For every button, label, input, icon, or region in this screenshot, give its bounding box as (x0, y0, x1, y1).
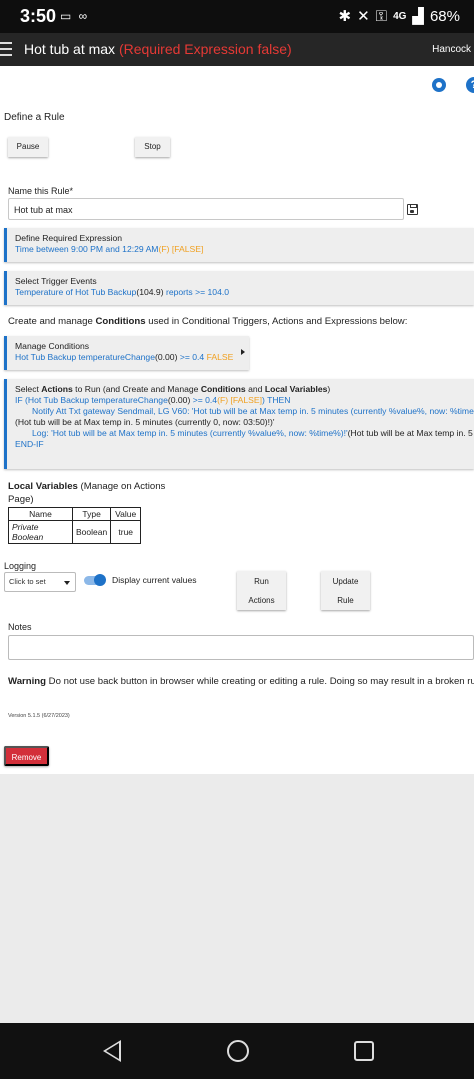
notes-textarea[interactable] (8, 635, 474, 660)
local-variables-subtitle-2: Page) (8, 494, 34, 505)
local-variables-subtitle: (Manage on Actions (77, 481, 166, 492)
logging-select[interactable]: Click to set (4, 572, 76, 592)
actions-title-locals: Local Variables (264, 384, 328, 394)
run-actions-line2: Actions (248, 596, 275, 605)
required-expression-title: Define Required Expression (15, 233, 123, 243)
logging-label: Logging (4, 561, 37, 571)
page-title: Hot tub at max (Required Expression fals… (24, 41, 292, 57)
manage-conditions-rest: >= 0.4 (177, 352, 207, 362)
run-actions-button[interactable]: Run Actions (237, 571, 286, 610)
run-actions-line1: Run (254, 577, 269, 586)
warning-message: Warning Do not use back button in browse… (8, 676, 474, 687)
navigation-bar (0, 1023, 474, 1079)
if-flag-f: (F) (217, 395, 229, 405)
local-variables-table: Name Type Value Private Boolean Boolean … (8, 507, 142, 544)
help-icon[interactable]: ? (466, 77, 474, 93)
actions-title-actions: Actions (41, 384, 73, 394)
update-rule-button[interactable]: Update Rule (321, 571, 370, 610)
actions-title-prefix: Select (15, 384, 42, 394)
status-bar: 3:50 ▭ ∞ ✱ ✕ ⚿ 4G ▟ 68% (0, 0, 474, 33)
hamburger-menu-icon[interactable] (0, 42, 12, 56)
battery-percent: 68% (429, 7, 460, 25)
rule-title: Hot tub at max (24, 41, 116, 57)
gear-icon[interactable] (432, 78, 446, 92)
save-icon[interactable] (407, 204, 418, 215)
pause-button[interactable]: Pause (8, 137, 48, 157)
define-rule-heading: Define a Rule (4, 112, 65, 123)
notes-label: Notes (8, 622, 32, 632)
trigger-device: Temperature of Hot Tub Backup (15, 287, 137, 297)
table-row: Private Boolean Boolean true (8, 520, 142, 544)
if-flag-false: [FALSE] (228, 395, 262, 405)
trigger-events-section[interactable]: Select Trigger Events Temperature of Hot… (4, 271, 474, 305)
recent-apps-icon[interactable] (354, 1041, 374, 1061)
mute-icon: ✕ (357, 8, 370, 25)
version-text: Version 5.1.5 (6/27/2023) (8, 713, 70, 719)
status-time: 3:50 (20, 6, 57, 26)
trigger-condition: reports >= 104.0 (163, 287, 230, 297)
actions-title-mid: to Run (and Create and Manage (72, 384, 201, 394)
update-rule-line1: Update (332, 577, 359, 586)
conditions-intro-suffix: used in Conditional Triggers, Actions an… (145, 316, 408, 327)
variable-type: Boolean (71, 520, 112, 544)
actions-title-and: and (245, 384, 265, 394)
required-expression-flag-f: (F) (158, 244, 170, 254)
required-expression-value: Time between 9:00 PM and 12:29 AM (15, 244, 159, 254)
end-if: END-IF (15, 439, 44, 449)
conditions-intro: Create and manage Conditions used in Con… (8, 316, 407, 327)
manage-conditions-condition: Hot Tub Backup temperatureChange (15, 352, 155, 362)
manage-conditions-section[interactable]: Manage Conditions Hot Tub Backup tempera… (4, 336, 249, 370)
required-expression-section[interactable]: Define Required Expression Time between … (4, 228, 474, 262)
conditions-intro-prefix: Create and manage (8, 316, 96, 327)
notify-result: (Hot tub will be at Max temp in. 5 minut… (15, 417, 275, 427)
back-icon[interactable] (103, 1040, 121, 1062)
network-label: 4G (393, 10, 407, 22)
column-header: Type (71, 507, 112, 521)
display-current-values-label: Display current values (112, 575, 197, 585)
column-header: Name (8, 507, 73, 521)
notify-action: Notify Att Txt gateway Sendmail, LG V60:… (32, 406, 474, 416)
local-variables-title: Local Variables (8, 481, 78, 492)
hub-name[interactable]: Hancock (432, 44, 471, 55)
if-rest: >= 0.4 (190, 395, 218, 405)
update-rule-line2: Rule (337, 596, 354, 605)
manage-conditions-flag: FALSE (206, 352, 234, 362)
key-icon: ⚿ (375, 7, 388, 25)
rule-name-label: Name this Rule* (8, 186, 74, 196)
chevron-right-icon (241, 349, 245, 355)
local-variables-heading: Local Variables (Manage on Actions Page) (8, 480, 165, 506)
voicemail-icon: ▭ ∞ (60, 9, 90, 23)
signal-icon: ▟ (412, 8, 424, 25)
actions-section[interactable]: Select Actions to Run (and Create and Ma… (4, 379, 474, 469)
rule-editor: ? Define a Rule Pause Stop Name this Rul… (0, 66, 474, 774)
trigger-events-title: Select Trigger Events (15, 276, 97, 286)
if-then: ) THEN (261, 395, 291, 405)
home-icon[interactable] (227, 1040, 249, 1062)
rule-name-input[interactable]: Hot tub at max (8, 198, 404, 220)
bluetooth-icon: ✱ (338, 8, 352, 25)
actions-title-conditions: Conditions (200, 384, 246, 394)
trigger-current-value: (104.9) (136, 287, 164, 297)
warning-text: Do not use back button in browser while … (46, 676, 474, 687)
variable-name: Private Boolean (8, 520, 73, 544)
display-current-values-toggle[interactable] (84, 574, 106, 586)
warning-bold: Warning (8, 676, 47, 687)
column-header: Value (110, 507, 142, 521)
conditions-intro-bold: Conditions (95, 316, 146, 327)
manage-conditions-current: (0.00) (154, 352, 178, 362)
status-right-icons: ✱ ✕ ⚿ 4G ▟ 68% (338, 7, 461, 26)
manage-conditions-title: Manage Conditions (15, 341, 90, 351)
variable-value: true (110, 520, 142, 544)
required-expression-warning: (Required Expression false) (118, 41, 292, 57)
app-bar: Hot tub at max (Required Expression fals… (0, 33, 474, 66)
if-condition: IF (Hot Tub Backup temperatureChange (15, 395, 168, 405)
log-action: Log: 'Hot tub will be at Max temp in. 5 … (32, 428, 348, 438)
log-result: (Hot tub will be at Max temp in. 5 minut… (347, 428, 474, 438)
if-current: (0.00) (167, 395, 191, 405)
stop-button[interactable]: Stop (135, 137, 170, 157)
required-expression-flag-false: [FALSE] (171, 244, 204, 254)
remove-button[interactable]: Remove (4, 746, 49, 766)
actions-title-suffix: ) (327, 384, 331, 394)
